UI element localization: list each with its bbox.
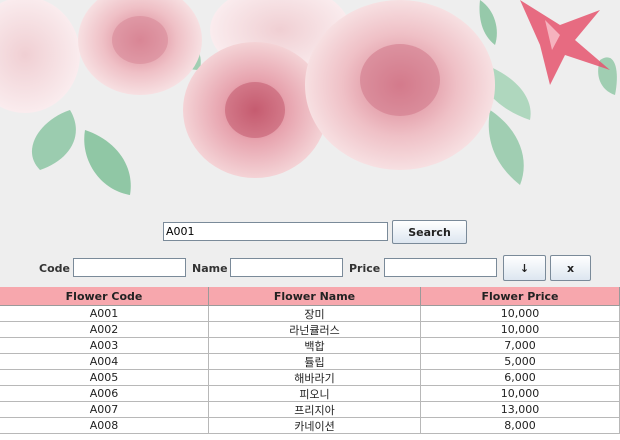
cell-price: 10,000 [421,306,620,322]
cell-code: A006 [0,386,209,402]
table-row[interactable]: A006 피오니 10,000 [0,386,620,402]
table-row[interactable]: A007 프리지아 13,000 [0,402,620,418]
table-row[interactable]: A003 백합 7,000 [0,338,620,354]
column-header-price[interactable]: Flower Price [421,287,620,306]
price-field[interactable] [384,258,497,277]
table-body: A001 장미 10,000 A002 라넌큘러스 10,000 A003 백합… [0,306,620,434]
table-row[interactable]: A008 카네이션 8,000 [0,418,620,434]
cell-code: A005 [0,370,209,386]
name-label: Name [192,262,228,275]
cell-code: A008 [0,418,209,434]
search-bar: Search [0,219,620,245]
cell-price: 10,000 [421,322,620,338]
cell-name: 프리지아 [209,402,421,418]
cell-price: 10,000 [421,386,620,402]
table-row[interactable]: A005 해바라기 6,000 [0,370,620,386]
cell-name: 튤립 [209,354,421,370]
flower-form: Code Name Price ↓ x [0,255,620,283]
cell-code: A007 [0,402,209,418]
cell-name: 해바라기 [209,370,421,386]
name-field[interactable] [230,258,343,277]
cell-price: 5,000 [421,354,620,370]
cell-price: 8,000 [421,418,620,434]
cell-code: A001 [0,306,209,322]
table-row[interactable]: A004 튤립 5,000 [0,354,620,370]
clear-button[interactable]: x [550,255,591,281]
down-arrow-icon: ↓ [519,261,530,275]
cell-name: 장미 [209,306,421,322]
search-input[interactable] [163,222,388,241]
table-header: Flower Code Flower Name Flower Price [0,287,620,306]
cell-code: A004 [0,354,209,370]
table-row[interactable]: A001 장미 10,000 [0,306,620,322]
cell-name: 카네이션 [209,418,421,434]
flower-illustration [0,0,617,195]
table-row[interactable]: A002 라넌큘러스 10,000 [0,322,620,338]
flower-banner [0,0,620,210]
column-header-code[interactable]: Flower Code [0,287,209,306]
flower-table: Flower Code Flower Name Flower Price A00… [0,287,620,440]
cell-code: A002 [0,322,209,338]
cell-name: 백합 [209,338,421,354]
cell-code: A003 [0,338,209,354]
down-arrow-button[interactable]: ↓ [503,255,546,281]
code-field[interactable] [73,258,186,277]
cell-price: 13,000 [421,402,620,418]
cell-price: 6,000 [421,370,620,386]
cell-price: 7,000 [421,338,620,354]
search-button[interactable]: Search [392,220,467,244]
column-header-name[interactable]: Flower Name [209,287,421,306]
cell-name: 라넌큘러스 [209,322,421,338]
price-label: Price [349,262,381,275]
code-label: Code [39,262,70,275]
cell-name: 피오니 [209,386,421,402]
